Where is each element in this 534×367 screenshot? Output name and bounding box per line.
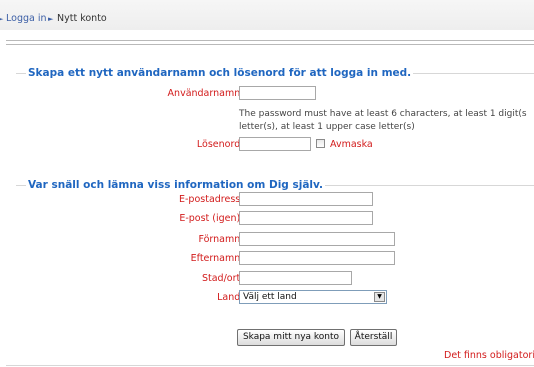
country-label-text: Land <box>217 292 241 303</box>
email-confirm-input[interactable] <box>239 211 373 225</box>
unmask-checkbox[interactable] <box>316 139 325 148</box>
breadcrumb-bar: ► Logga in ► Nytt konto <box>0 0 534 30</box>
breadcrumb-login-link[interactable]: Logga in <box>6 13 47 24</box>
info-fieldset: Var snäll och lämna viss information om … <box>16 179 534 311</box>
breadcrumb-arrow-icon: ► <box>0 15 4 23</box>
firstname-label: Förnamn* <box>45 234 245 245</box>
reset-button[interactable]: Återställ <box>350 329 397 346</box>
country-select[interactable]: Välj ett land ▼ <box>239 290 387 304</box>
username-label: Användarnamn* <box>45 88 245 99</box>
password-help-line1: The password must have at least 6 charac… <box>239 109 527 119</box>
email-input[interactable] <box>239 192 373 206</box>
info-legend: Var snäll och lämna viss information om … <box>26 179 325 191</box>
country-label: Land* <box>45 292 245 303</box>
breadcrumb-separator-icon: ► <box>48 15 54 23</box>
city-label: Stad/ort* <box>45 273 245 284</box>
create-account-button[interactable]: Skapa mitt nya konto <box>237 329 345 346</box>
password-label-text: Lösenord <box>196 139 241 150</box>
nav-divider <box>6 44 534 45</box>
account-legend: Skapa ett nytt användarnamn och lösenord… <box>26 67 414 79</box>
password-help-line2: letter(s), at least 1 upper case letter(… <box>239 122 415 132</box>
dropdown-arrow-icon[interactable]: ▼ <box>374 292 385 302</box>
firstname-label-text: Förnamn <box>198 234 241 245</box>
city-input[interactable] <box>239 271 352 285</box>
password-label: Lösenord* <box>45 139 245 150</box>
breadcrumb-current: Nytt konto <box>57 13 107 24</box>
account-fieldset: Skapa ett nytt användarnamn och lösenord… <box>16 67 534 162</box>
country-selected-value: Välj ett land <box>243 292 297 302</box>
lastname-label-text: Efternamn <box>190 253 241 264</box>
username-label-text: Användarnamn <box>167 88 241 99</box>
city-label-text: Stad/ort <box>201 273 241 284</box>
nav-divider <box>6 40 534 41</box>
footer-divider <box>6 365 534 366</box>
username-input[interactable] <box>239 86 316 100</box>
email-confirm-label: E-post (igen)* <box>45 213 245 224</box>
lastname-label: Efternamn* <box>45 253 245 264</box>
email-confirm-label-text: E-post (igen) <box>179 213 241 224</box>
email-label-text: E-postadress <box>179 194 241 205</box>
unmask-label[interactable]: Avmaska <box>330 139 373 150</box>
password-input[interactable] <box>239 137 311 151</box>
lastname-input[interactable] <box>239 251 395 265</box>
firstname-input[interactable] <box>239 232 395 246</box>
required-fields-note: Det finns obligatoris <box>444 350 534 361</box>
email-label: E-postadress* <box>45 194 245 205</box>
